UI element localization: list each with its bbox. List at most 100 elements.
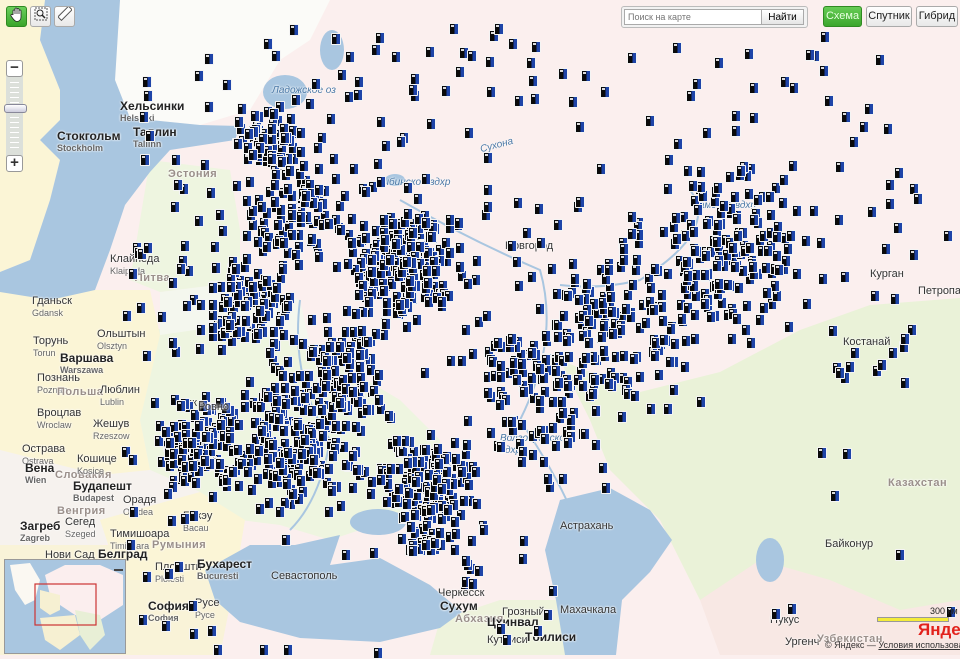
fuel-station-marker[interactable]	[267, 123, 277, 135]
fuel-station-marker[interactable]	[462, 439, 472, 451]
fuel-station-marker[interactable]	[543, 609, 553, 621]
fuel-station-marker[interactable]	[168, 277, 178, 289]
fuel-station-marker[interactable]	[646, 403, 656, 415]
fuel-station-marker[interactable]	[325, 341, 335, 353]
fuel-station-marker[interactable]	[894, 167, 904, 179]
fuel-station-marker[interactable]	[435, 527, 445, 539]
fuel-station-marker[interactable]	[547, 263, 557, 275]
fuel-station-marker[interactable]	[507, 333, 517, 345]
fuel-station-marker[interactable]	[145, 130, 155, 142]
search-button[interactable]: Найти	[761, 9, 804, 25]
fuel-station-marker[interactable]	[485, 56, 495, 68]
fuel-station-marker[interactable]	[568, 96, 578, 108]
fuel-station-marker[interactable]	[535, 303, 545, 315]
fuel-station-marker[interactable]	[702, 127, 712, 139]
fuel-station-marker[interactable]	[341, 420, 351, 432]
fuel-station-marker[interactable]	[234, 419, 244, 431]
fuel-station-marker[interactable]	[163, 488, 173, 500]
fuel-station-marker[interactable]	[240, 401, 250, 413]
fuel-station-marker[interactable]	[263, 453, 273, 465]
fuel-station-marker[interactable]	[382, 297, 392, 309]
fuel-station-marker[interactable]	[194, 215, 204, 227]
fuel-station-marker[interactable]	[713, 182, 723, 194]
fuel-station-marker[interactable]	[604, 378, 614, 390]
fuel-station-marker[interactable]	[893, 222, 903, 234]
fuel-station-marker[interactable]	[518, 553, 528, 565]
fuel-station-marker[interactable]	[527, 271, 537, 283]
fuel-station-marker[interactable]	[663, 403, 673, 415]
fuel-station-marker[interactable]	[324, 506, 334, 518]
fuel-station-marker[interactable]	[275, 457, 285, 469]
fuel-station-marker[interactable]	[362, 404, 372, 416]
fuel-station-marker[interactable]	[690, 309, 700, 321]
fuel-station-marker[interactable]	[599, 345, 609, 357]
fuel-station-marker[interactable]	[514, 280, 524, 292]
fuel-station-marker[interactable]	[680, 361, 690, 373]
fuel-station-marker[interactable]	[877, 359, 887, 371]
fuel-station-marker[interactable]	[455, 261, 465, 273]
fuel-station-marker[interactable]	[788, 160, 798, 172]
fuel-station-marker[interactable]	[267, 153, 277, 165]
fuel-station-marker[interactable]	[606, 291, 616, 303]
fuel-station-marker[interactable]	[143, 242, 153, 254]
fuel-station-marker[interactable]	[495, 399, 505, 411]
fuel-station-marker[interactable]	[204, 53, 214, 65]
fuel-station-marker[interactable]	[472, 498, 482, 510]
fuel-station-marker[interactable]	[507, 240, 517, 252]
fuel-station-marker[interactable]	[471, 466, 481, 478]
fuel-station-marker[interactable]	[128, 268, 138, 280]
fuel-station-marker[interactable]	[734, 282, 744, 294]
fuel-station-marker[interactable]	[534, 203, 544, 215]
fuel-station-marker[interactable]	[283, 644, 293, 656]
fuel-station-marker[interactable]	[536, 237, 546, 249]
fuel-station-marker[interactable]	[431, 265, 441, 277]
fuel-station-marker[interactable]	[150, 397, 160, 409]
fuel-station-marker[interactable]	[600, 86, 610, 98]
fuel-station-marker[interactable]	[683, 165, 693, 177]
fuel-station-marker[interactable]	[208, 322, 218, 334]
fuel-station-marker[interactable]	[783, 243, 793, 255]
fuel-station-marker[interactable]	[272, 282, 282, 294]
fuel-station-marker[interactable]	[457, 355, 467, 367]
fuel-station-marker[interactable]	[343, 258, 353, 270]
fuel-station-marker[interactable]	[282, 478, 292, 490]
fuel-station-marker[interactable]	[270, 179, 280, 191]
fuel-station-marker[interactable]	[597, 331, 607, 343]
fuel-station-marker[interactable]	[654, 369, 664, 381]
fuel-station-marker[interactable]	[563, 290, 573, 302]
fuel-station-marker[interactable]	[762, 287, 772, 299]
fuel-station-marker[interactable]	[345, 51, 355, 63]
fuel-station-marker[interactable]	[464, 479, 474, 491]
fuel-station-marker[interactable]	[744, 188, 754, 200]
fuel-station-marker[interactable]	[408, 545, 418, 557]
fuel-station-marker[interactable]	[575, 196, 585, 208]
fuel-station-marker[interactable]	[681, 335, 691, 347]
fuel-station-marker[interactable]	[875, 54, 885, 66]
map-type-hybrid-button[interactable]: Гибрид	[916, 6, 958, 27]
fuel-station-marker[interactable]	[313, 142, 323, 154]
fuel-station-marker[interactable]	[450, 544, 460, 556]
fuel-station-marker[interactable]	[591, 439, 601, 451]
fuel-station-marker[interactable]	[551, 440, 561, 452]
fuel-station-marker[interactable]	[463, 278, 473, 290]
fuel-station-marker[interactable]	[281, 534, 291, 546]
fuel-station-marker[interactable]	[351, 421, 361, 433]
fuel-station-marker[interactable]	[331, 420, 341, 432]
fuel-station-marker[interactable]	[590, 374, 600, 386]
fuel-station-marker[interactable]	[332, 261, 342, 273]
fuel-station-marker[interactable]	[753, 194, 763, 206]
fuel-station-marker[interactable]	[792, 268, 802, 280]
fuel-station-marker[interactable]	[255, 503, 265, 515]
fuel-station-marker[interactable]	[354, 289, 364, 301]
fuel-station-marker[interactable]	[329, 153, 339, 165]
fuel-station-marker[interactable]	[463, 415, 473, 427]
fuel-station-marker[interactable]	[196, 324, 206, 336]
fuel-station-marker[interactable]	[467, 535, 477, 547]
fuel-station-marker[interactable]	[526, 57, 536, 69]
fuel-station-marker[interactable]	[635, 371, 645, 383]
fuel-station-marker[interactable]	[818, 273, 828, 285]
fuel-station-marker[interactable]	[279, 425, 289, 437]
fuel-station-marker[interactable]	[225, 319, 235, 331]
fuel-station-marker[interactable]	[253, 473, 263, 485]
fuel-station-marker[interactable]	[584, 315, 594, 327]
